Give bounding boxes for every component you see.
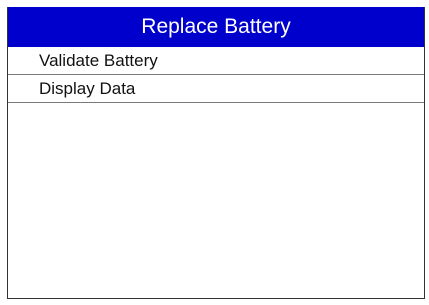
screen-frame: Replace Battery Validate Battery Display… <box>7 7 425 299</box>
menu-list: Validate Battery Display Data <box>8 47 424 103</box>
menu-item-validate-battery[interactable]: Validate Battery <box>8 47 424 75</box>
menu-item-display-data[interactable]: Display Data <box>8 75 424 103</box>
screen-title: Replace Battery <box>8 7 424 47</box>
